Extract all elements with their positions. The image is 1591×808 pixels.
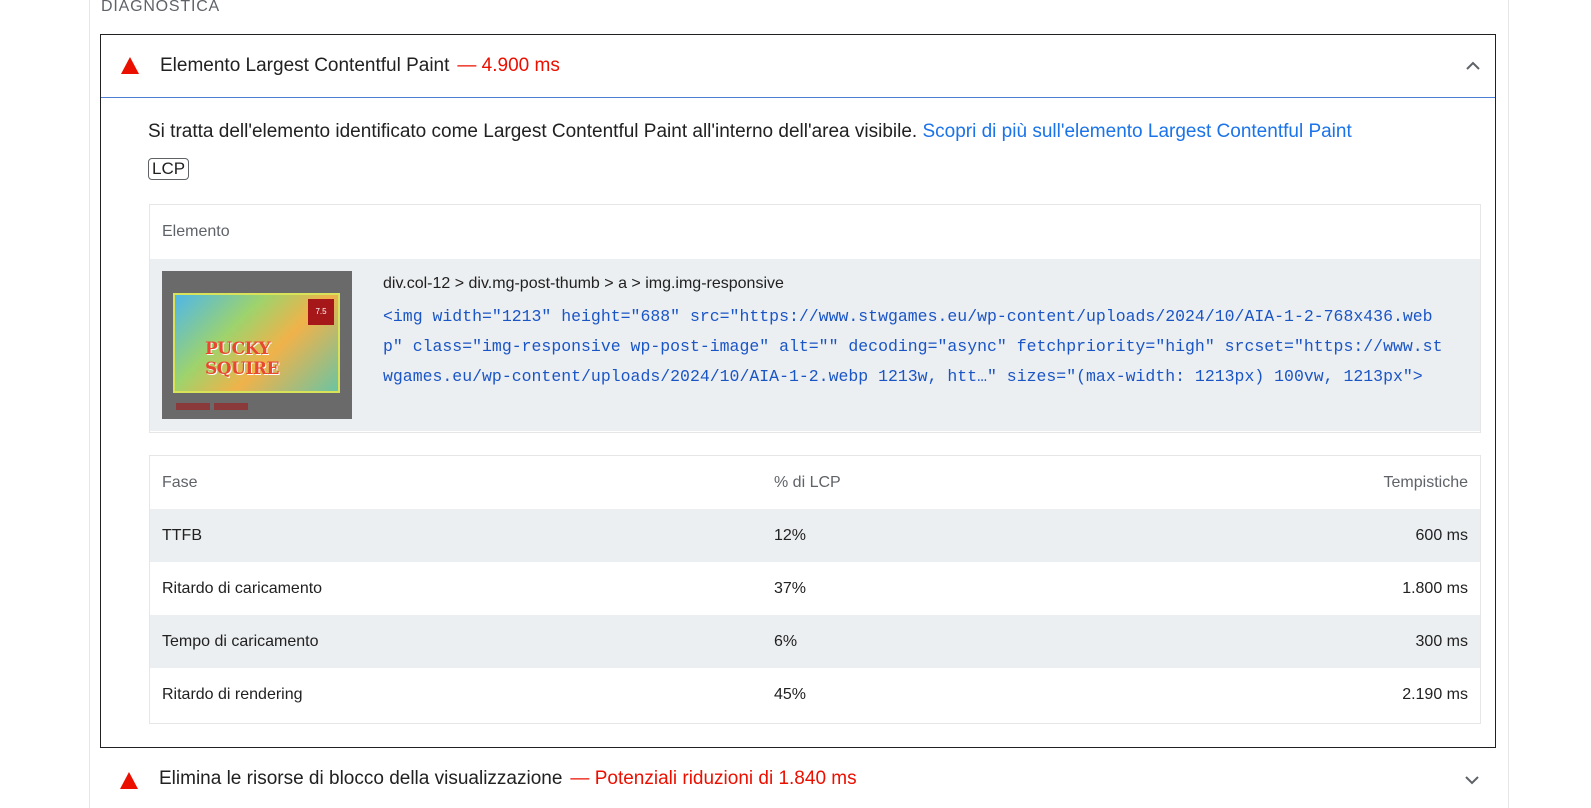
lcp-badge: LCP [148, 158, 190, 180]
element-table: Elemento PUCKY SQUIRE 7.5 div.col-12 > d… [149, 204, 1481, 433]
phase-name: Ritardo di rendering [162, 686, 303, 703]
section-title: DIAGNOSTICA [101, 0, 221, 15]
chevron-down-icon[interactable] [1462, 770, 1482, 790]
phase-name: Ritardo di caricamento [162, 580, 323, 597]
learn-more-link[interactable]: Scopri di più sull'elemento Largest Cont… [922, 121, 1351, 142]
element-table-header: Elemento [162, 223, 230, 240]
lcp-phase-table: Fase % di LCP Tempistiche TTFB 12% 600 m… [149, 455, 1481, 724]
element-row: PUCKY SQUIRE 7.5 div.col-12 > div.mg-pos… [150, 259, 1480, 431]
thumbnail-score-badge: 7.5 [308, 299, 334, 325]
phase-percent: 12% [774, 527, 807, 544]
audit-display-value: — Potenziali riduzioni di 1.840 ms [570, 768, 857, 789]
phase-time: 1.800 ms [1402, 580, 1468, 597]
header-timing: Tempistiche [1383, 474, 1468, 491]
phase-table-header: Fase % di LCP Tempistiche [150, 456, 1480, 509]
phase-time: 600 ms [1415, 527, 1468, 544]
element-html-snippet: <img width="1213" height="688" src="http… [383, 307, 1443, 386]
triangle-warning-icon [121, 57, 139, 74]
phase-name: TTFB [162, 527, 202, 544]
table-row: Ritardo di rendering 45% 2.190 ms [150, 668, 1480, 721]
description-text: Si tratta dell'elemento identificato com… [148, 121, 918, 142]
phase-time: 300 ms [1415, 633, 1468, 650]
audit-display-value: — 4.900 ms [457, 55, 560, 76]
lcp-element-audit: Elemento Largest Contentful Paint — 4.900… [100, 34, 1496, 748]
header-percent: % di LCP [774, 474, 841, 491]
table-row: TTFB 12% 600 ms [150, 509, 1480, 562]
element-selector: div.col-12 > div.mg-post-thumb > a > img… [383, 275, 784, 292]
audit-title-text: Elimina le risorse di blocco della visua… [159, 768, 563, 789]
thumbnail-tags [176, 403, 248, 410]
phase-time: 2.190 ms [1402, 686, 1468, 703]
thumbnail-game-title: PUCKY SQUIRE [205, 339, 279, 379]
table-row: Ritardo di caricamento 37% 1.800 ms [150, 562, 1480, 615]
element-screenshot-thumbnail[interactable]: PUCKY SQUIRE 7.5 [162, 271, 352, 419]
phase-percent: 6% [774, 633, 798, 650]
audit-description: Si tratta dell'elemento identificato com… [148, 113, 1478, 187]
triangle-warning-icon [120, 772, 138, 789]
table-row: Tempo di caricamento 6% 300 ms [150, 615, 1480, 668]
phase-percent: 37% [774, 580, 807, 597]
audit-header-lcp[interactable]: Elemento Largest Contentful Paint — 4.900… [101, 35, 1495, 98]
phase-percent: 45% [774, 686, 807, 703]
audit-title: Elemento Largest Contentful Paint — 4.900… [160, 55, 560, 77]
audit-title: Elimina le risorse di blocco della visua… [159, 768, 857, 790]
thumbnail-highlight: PUCKY SQUIRE 7.5 [173, 293, 340, 393]
chevron-up-icon[interactable] [1463, 56, 1483, 76]
render-blocking-audit[interactable]: Elimina le risorse di blocco della visua… [100, 750, 1494, 808]
header-phase: Fase [162, 474, 198, 491]
phase-name: Tempo di caricamento [162, 633, 319, 650]
audit-title-text: Elemento Largest Contentful Paint [160, 55, 450, 76]
